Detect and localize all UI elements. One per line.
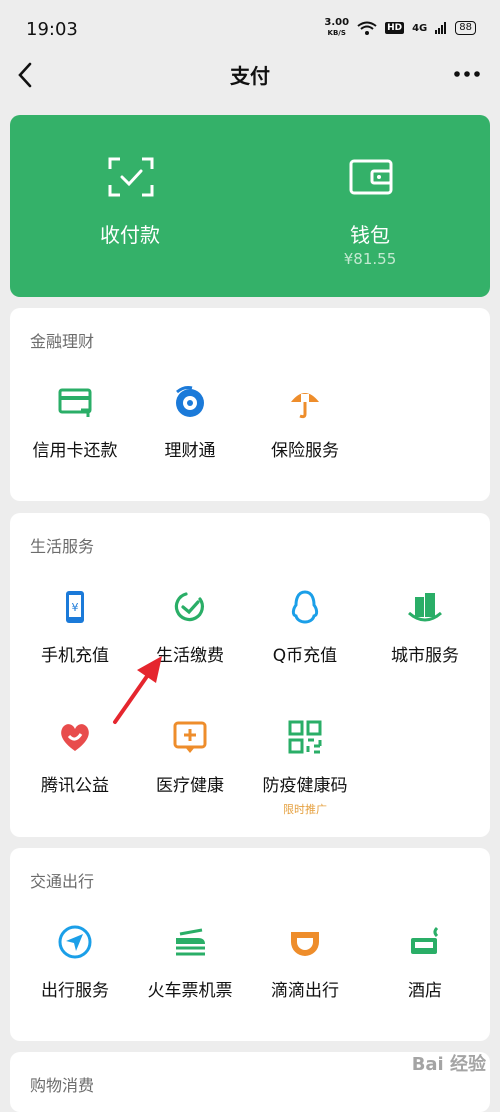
status-bar: 19:03 3.00 KB/S HD 4G 88 bbox=[0, 0, 500, 56]
insurance-umbrella-icon bbox=[291, 393, 319, 419]
hotel-item[interactable]: 酒店 bbox=[365, 924, 485, 1034]
item-label: 火车票机票 bbox=[147, 981, 233, 1001]
item-label: 防疫健康码 bbox=[262, 776, 348, 796]
section-title: 交通出行 bbox=[30, 872, 95, 891]
health-code-item[interactable]: 防疫健康码 限时推广 bbox=[245, 719, 365, 829]
item-label: 手机充值 bbox=[41, 646, 109, 666]
charity-heart-icon bbox=[61, 724, 89, 751]
medical-cross-icon bbox=[173, 721, 207, 753]
item-label: 酒店 bbox=[408, 981, 442, 1001]
network-speed-value: 3.00 bbox=[324, 17, 350, 28]
city-buildings-icon bbox=[408, 593, 442, 622]
promo-badge: 限时推广 bbox=[283, 803, 327, 816]
finance-section: 金融理财 信用卡还款 理财通 保险服务 bbox=[10, 308, 490, 501]
item-label: 信用卡还款 bbox=[32, 441, 118, 461]
section-title: 金融理财 bbox=[30, 332, 95, 351]
hd-badge: HD bbox=[385, 22, 405, 34]
battery-icon: 88 bbox=[455, 21, 476, 35]
medical-health-item[interactable]: 医疗健康 bbox=[130, 719, 250, 829]
item-label: 保险服务 bbox=[271, 441, 339, 461]
wallet-button[interactable]: 钱包 ¥81.55 bbox=[250, 115, 490, 297]
qcoin-topup-item[interactable]: Q币充值 bbox=[245, 589, 365, 699]
network-speed: 3.00 KB/S bbox=[324, 18, 349, 38]
section-title: 购物消费 bbox=[30, 1076, 95, 1095]
mobile-topup-item[interactable]: ¥ 手机充值 bbox=[15, 589, 135, 699]
mobile-phone-icon: ¥ bbox=[66, 591, 84, 623]
credit-card-icon bbox=[58, 388, 92, 417]
page-title: 支付 bbox=[230, 64, 270, 88]
wallet-balance: ¥81.55 bbox=[343, 250, 397, 268]
item-label: 生活缴费 bbox=[156, 646, 224, 666]
item-label: 滴滴出行 bbox=[271, 981, 339, 1001]
tencent-charity-item[interactable]: 腾讯公益 bbox=[15, 719, 135, 829]
watermark: Bai 经验 bbox=[411, 1054, 486, 1075]
life-services-section: 生活服务 ¥ 手机充值 生活缴费 Q币充值 城市服务 腾讯公益 医疗健康 防疫健… bbox=[10, 513, 490, 837]
qr-code-icon bbox=[288, 720, 322, 754]
signal-icon bbox=[435, 22, 447, 34]
train-flight-tickets-item[interactable]: 火车票机票 bbox=[130, 924, 250, 1034]
receive-pay-label: 收付款 bbox=[100, 223, 160, 247]
wallet-header-card: 收付款 钱包 ¥81.55 bbox=[10, 115, 490, 297]
item-label: 腾讯公益 bbox=[41, 776, 109, 796]
svg-text:¥: ¥ bbox=[72, 601, 79, 614]
hotel-bed-icon bbox=[411, 926, 439, 954]
scan-pay-icon bbox=[108, 157, 154, 197]
nav-bar: 支付 bbox=[0, 56, 500, 96]
receive-pay-button[interactable]: 收付款 bbox=[10, 115, 250, 297]
wallet-label: 钱包 bbox=[350, 223, 390, 247]
item-label: 理财通 bbox=[164, 441, 216, 461]
item-label: 城市服务 bbox=[391, 646, 459, 666]
didi-icon bbox=[291, 932, 319, 956]
licaitong-icon bbox=[176, 386, 204, 417]
utility-check-icon bbox=[174, 592, 204, 622]
wifi-icon bbox=[357, 21, 377, 35]
network-speed-unit: KB/S bbox=[327, 29, 346, 37]
item-label: 出行服务 bbox=[41, 981, 109, 1001]
train-icon bbox=[176, 928, 205, 956]
qq-penguin-icon bbox=[291, 590, 319, 624]
signal-label: 4G bbox=[412, 22, 428, 34]
item-label: 医疗健康 bbox=[156, 776, 224, 796]
credit-card-repay-item[interactable]: 信用卡还款 bbox=[15, 384, 135, 494]
didi-item[interactable]: 滴滴出行 bbox=[245, 924, 365, 1034]
status-icons: 3.00 KB/S HD 4G 88 bbox=[324, 18, 476, 38]
navigation-arrow-icon bbox=[58, 925, 92, 959]
more-icon[interactable] bbox=[452, 64, 482, 84]
utility-bills-item[interactable]: 生活缴费 bbox=[130, 589, 250, 699]
insurance-item[interactable]: 保险服务 bbox=[245, 384, 365, 494]
city-services-item[interactable]: 城市服务 bbox=[365, 589, 485, 699]
licaitong-item[interactable]: 理财通 bbox=[130, 384, 250, 494]
travel-services-item[interactable]: 出行服务 bbox=[15, 924, 135, 1034]
status-time: 19:03 bbox=[26, 19, 78, 40]
wallet-icon bbox=[349, 159, 393, 195]
section-title: 生活服务 bbox=[30, 537, 95, 556]
transport-section: 交通出行 出行服务 火车票机票 滴滴出行 酒店 bbox=[10, 848, 490, 1041]
item-label: Q币充值 bbox=[272, 646, 338, 666]
